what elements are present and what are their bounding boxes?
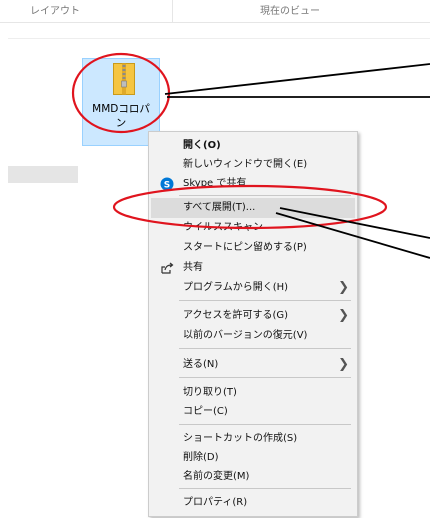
menu-item-open-with[interactable]: プログラムから開く(H) ❯ <box>151 278 355 298</box>
explorer-header: レイアウト 現在のビュー <box>0 0 430 23</box>
menu-item-send-to[interactable]: 送る(N) ❯ <box>151 355 355 375</box>
menu-item-label: 共有 <box>183 262 203 273</box>
nav-pane-selected-item[interactable] <box>8 166 78 183</box>
menu-item-label: ショートカットの作成(S) <box>183 433 298 444</box>
file-name-label: MMDコロパン <box>92 103 150 129</box>
annotation-line-file-upper <box>164 63 430 95</box>
menu-separator <box>179 424 351 425</box>
menu-item-label: ウイルススキャン <box>183 222 263 233</box>
menu-item-label: 開く(O) <box>183 140 221 151</box>
menu-item-label: プログラムから開く(H) <box>183 282 289 293</box>
menu-item-cut[interactable]: 切り取り(T) <box>151 383 355 403</box>
menu-item-give-access[interactable]: アクセスを許可する(G) ❯ <box>151 306 355 326</box>
menu-item-label: 切り取り(T) <box>183 387 237 398</box>
menu-item-restore-versions[interactable]: 以前のバージョンの復元(V) <box>151 326 355 346</box>
header-column-current-view[interactable]: 現在のビュー <box>260 2 320 17</box>
menu-item-label: スタートにピン留めする(P) <box>183 242 307 253</box>
menu-item-delete[interactable]: 削除(D) <box>151 448 355 468</box>
menu-item-virus-scan[interactable]: ウイルススキャン <box>151 218 355 238</box>
menu-separator <box>179 488 351 489</box>
menu-item-rename[interactable]: 名前の変更(M) <box>151 467 355 487</box>
header-column-layout[interactable]: レイアウト <box>30 2 80 17</box>
menu-item-open-new-window[interactable]: 新しいウィンドウで開く(E) <box>151 155 355 175</box>
submenu-chevron-icon: ❯ <box>338 357 349 372</box>
menu-item-pin-start[interactable]: スタートにピン留めする(P) <box>151 238 355 258</box>
menu-item-share[interactable]: 共有 <box>151 258 355 278</box>
menu-item-label: 以前のバージョンの復元(V) <box>183 330 308 341</box>
menu-item-label: アクセスを許可する(G) <box>183 310 289 321</box>
menu-item-label: コピー(C) <box>183 406 228 417</box>
menu-item-label: 名前の変更(M) <box>183 471 250 482</box>
menu-separator <box>179 348 351 349</box>
menu-item-skype[interactable]: S Skype で共有 <box>151 174 355 194</box>
submenu-chevron-icon: ❯ <box>338 280 349 295</box>
menu-item-label: Skype で共有 <box>183 178 247 189</box>
menu-item-label: 新しいウィンドウで開く(E) <box>183 159 308 170</box>
svg-text:S: S <box>164 181 170 191</box>
menu-item-label: 削除(D) <box>183 452 219 463</box>
menu-separator <box>179 377 351 378</box>
submenu-chevron-icon: ❯ <box>338 308 349 323</box>
menu-item-extract-all[interactable]: すべて展開(T)... <box>151 198 355 218</box>
menu-item-create-shortcut[interactable]: ショートカットの作成(S) <box>151 429 355 449</box>
zip-folder-icon <box>113 63 135 95</box>
menu-item-properties[interactable]: プロパティ(R) <box>151 493 355 513</box>
menu-item-label: すべて展開(T)... <box>183 202 256 213</box>
skype-icon: S <box>160 177 174 191</box>
share-icon <box>161 262 174 274</box>
menu-separator <box>179 195 351 196</box>
menu-item-label: プロパティ(R) <box>183 497 248 508</box>
header-divider <box>172 0 173 22</box>
menu-separator <box>179 300 351 301</box>
menu-item-label: 送る(N) <box>183 359 219 370</box>
menu-item-open[interactable]: 開く(O) <box>151 136 355 156</box>
toolbar-separator <box>8 38 430 39</box>
menu-item-copy[interactable]: コピー(C) <box>151 402 355 422</box>
context-menu: 開く(O) 新しいウィンドウで開く(E) S Skype で共有 すべて展開(T… <box>148 131 358 517</box>
